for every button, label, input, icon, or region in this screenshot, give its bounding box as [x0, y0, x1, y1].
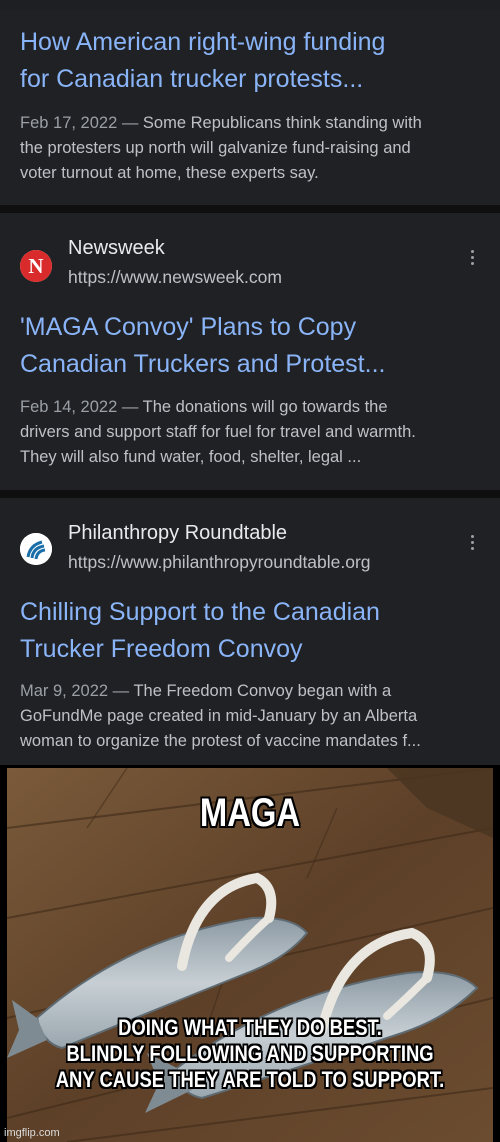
- meme-bottom-caption: DOING WHAT THEY DO BEST. BLINDLY FOLLOWI…: [51, 1015, 450, 1093]
- result-title-link[interactable]: How American right-wing funding for Cana…: [20, 24, 490, 98]
- result-separator: [0, 490, 500, 498]
- result-title-link[interactable]: 'MAGA Convoy' Plans to Copy Canadian Tru…: [20, 309, 490, 383]
- date-separator: —: [117, 398, 143, 416]
- date-separator: —: [108, 682, 134, 700]
- snippet-line: The Freedom Convoy began with a: [133, 682, 392, 700]
- result-title-line: 'MAGA Convoy' Plans to Copy: [20, 313, 357, 341]
- imgflip-watermark: imgflip.com: [4, 1127, 60, 1139]
- result-snippet: Feb 14, 2022 — The donations will go tow…: [20, 395, 490, 470]
- meme-caption-line: ANY CAUSE THEY ARE TOLD TO SUPPORT.: [55, 1067, 445, 1092]
- result-title-line: for Canadian trucker protests...: [20, 65, 364, 93]
- result-title-line: How American right-wing funding: [20, 28, 386, 56]
- newsweek-logo-letter: N: [28, 254, 43, 278]
- meme-caption-line: BLINDLY FOLLOWING AND SUPPORTING: [66, 1041, 434, 1066]
- kebab-menu-icon[interactable]: [464, 532, 480, 554]
- source-name[interactable]: Philanthropy Roundtable: [68, 521, 287, 545]
- snippet-line: Some Republicans think standing with: [142, 114, 422, 132]
- result-snippet: Mar 9, 2022 — The Freedom Convoy began w…: [20, 679, 490, 754]
- result-date: Feb 14, 2022: [20, 398, 118, 416]
- search-result-card: Philanthropy Roundtable https://www.phil…: [0, 498, 500, 765]
- meme-image: MAGA DOING WHAT THEY DO BEST. BLINDLY FO…: [7, 768, 493, 1142]
- source-name[interactable]: Newsweek: [68, 236, 165, 260]
- source-url[interactable]: https://www.newsweek.com: [68, 266, 432, 288]
- kebab-menu-icon[interactable]: [464, 247, 480, 269]
- philanthropy-roundtable-logo-icon: [20, 533, 52, 565]
- source-url[interactable]: https://www.philanthropyroundtable.org: [68, 551, 432, 573]
- result-date: Mar 9, 2022: [20, 682, 109, 700]
- snippet-line: voter turnout at home, these experts say…: [20, 164, 319, 182]
- result-title-line: Trucker Freedom Convoy: [20, 635, 303, 663]
- newsweek-logo-icon: N: [20, 250, 52, 282]
- snippet-line: They will also fund water, food, shelter…: [20, 448, 362, 466]
- result-date: Feb 17, 2022: [20, 114, 118, 132]
- result-snippet: Feb 17, 2022 — Some Republicans think st…: [20, 111, 490, 186]
- snippet-line: woman to organize the protest of vaccine…: [20, 732, 421, 750]
- meme-caption-line: DOING WHAT THEY DO BEST.: [118, 1015, 382, 1040]
- snippet-line: GoFundMe page created in mid-January by …: [20, 707, 418, 725]
- snippet-line: drivers and support staff for fuel for t…: [20, 423, 416, 441]
- result-title-line: Canadian Truckers and Protest...: [20, 350, 386, 378]
- snippet-line: the protesters up north will galvanize f…: [20, 139, 411, 157]
- result-separator: [0, 205, 500, 213]
- meme-top-caption: MAGA: [199, 791, 301, 835]
- search-result-card: How American right-wing funding for Cana…: [0, 10, 500, 205]
- snippet-line: The donations will go towards the: [142, 398, 388, 416]
- result-title-link[interactable]: Chilling Support to the Canadian Trucker…: [20, 594, 490, 668]
- result-title-line: Chilling Support to the Canadian: [20, 598, 380, 626]
- top-bar: [0, 0, 500, 10]
- search-result-card: N Newsweek https://www.newsweek.com 'MAG…: [0, 213, 500, 490]
- date-separator: —: [117, 114, 143, 132]
